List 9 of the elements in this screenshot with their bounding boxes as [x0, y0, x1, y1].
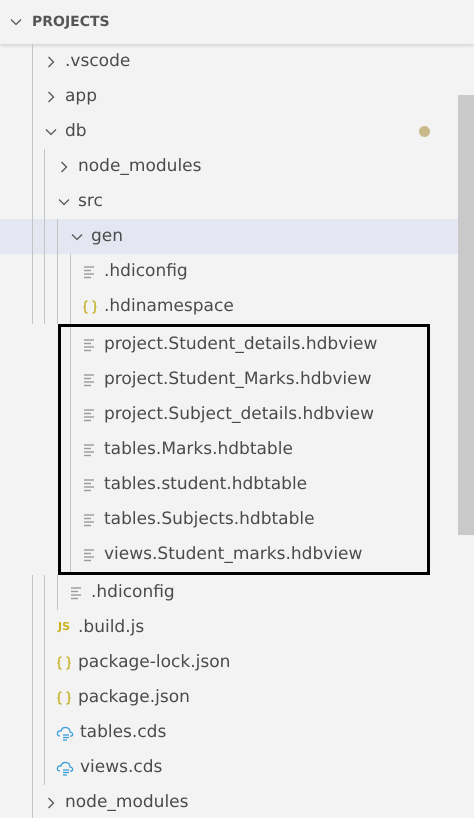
braces-icon — [56, 690, 72, 706]
braces-icon — [56, 654, 72, 670]
cloud-icon — [56, 760, 74, 776]
js-icon: JS — [56, 619, 72, 636]
scrollbar-thumb[interactable] — [458, 95, 474, 535]
section-title[interactable]: PROJECTS — [32, 12, 110, 32]
braces-icon — [82, 298, 98, 314]
folder-item[interactable]: gen — [0, 219, 458, 254]
cloud-icon — [56, 724, 74, 740]
